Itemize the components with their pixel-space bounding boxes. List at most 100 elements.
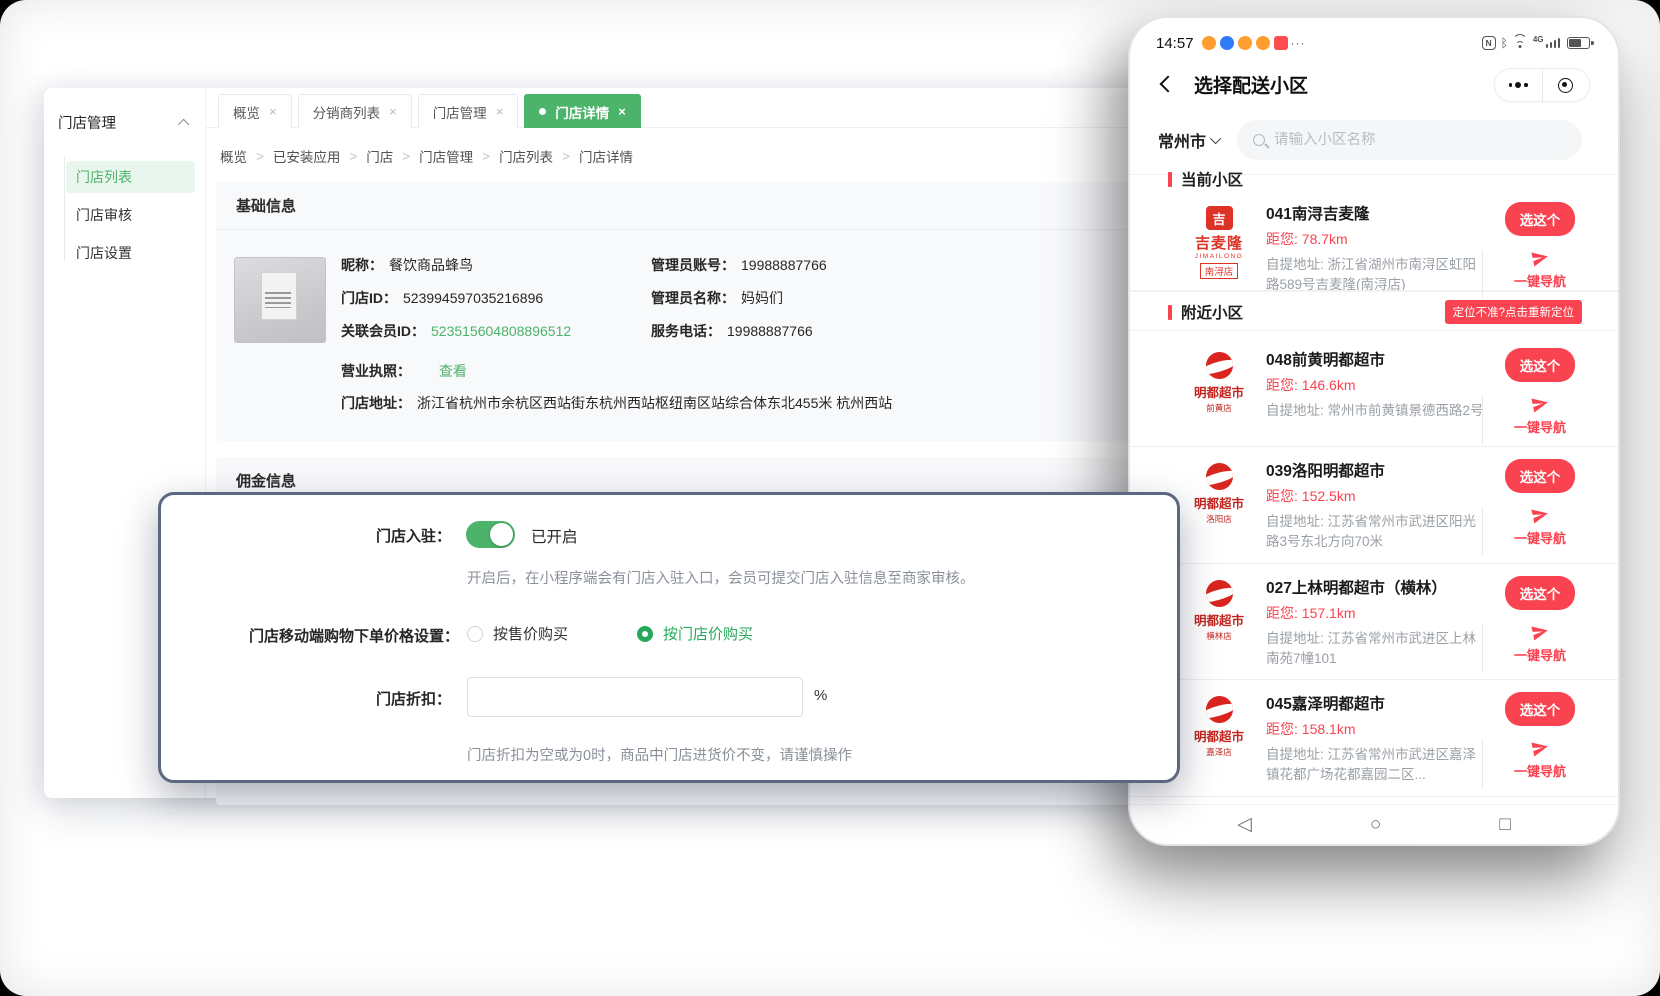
navigate-button[interactable]: 一键导航 xyxy=(1514,622,1566,664)
store-name: 039洛阳明都超市 xyxy=(1266,459,1488,481)
choose-store-button[interactable]: 选这个 xyxy=(1505,576,1576,610)
field-admin-account: 管理员账号：19988887766 xyxy=(651,255,827,275)
section-marker xyxy=(1168,305,1172,320)
paper-plane-icon xyxy=(1528,503,1552,527)
choose-store-button[interactable]: 选这个 xyxy=(1505,348,1576,382)
city-selector[interactable]: 常州市 xyxy=(1158,128,1221,152)
field-label: 管理员账号： xyxy=(651,257,735,273)
nav-recents-button[interactable]: □ xyxy=(1499,815,1510,834)
tab-store-detail[interactable]: 门店详情 × xyxy=(524,94,641,128)
navigate-button[interactable]: 一键导航 xyxy=(1514,738,1566,780)
breadcrumb-item[interactable]: 门店 xyxy=(366,146,393,166)
field-store-address: 门店地址：浙江省杭州市余杭区西站街东杭州西站枢纽南区站综合体东北455米 杭州西… xyxy=(341,393,892,413)
chevron-down-icon xyxy=(1210,133,1221,144)
field-label: 关联会员ID： xyxy=(341,323,425,339)
store-list-item: 明都超市 横林店 027上林明都超市（横林） 距您: 157.1km 自提地址:… xyxy=(1130,564,1618,681)
tab-close-icon[interactable]: × xyxy=(618,104,626,119)
chevron-up-icon[interactable] xyxy=(178,118,189,129)
filter-row: 常州市 xyxy=(1158,120,1582,160)
tab-store-management[interactable]: 门店管理 × xyxy=(418,94,519,128)
paper-plane-icon xyxy=(1528,246,1552,270)
discount-input[interactable] xyxy=(467,677,803,717)
choose-store-button[interactable]: 选这个 xyxy=(1505,459,1576,493)
store-name: 045嘉泽明都超市 xyxy=(1266,692,1488,714)
tab-label: 门店管理 xyxy=(433,102,487,122)
store-list-item: 明都超市 前黄店 048前黄明都超市 距您: 146.6km 自提地址: 常州市… xyxy=(1130,336,1618,447)
android-nav-bar: ◁ ○ □ xyxy=(1130,804,1618,844)
more-menu-button[interactable] xyxy=(1495,69,1543,101)
view-license-link[interactable]: 查看 xyxy=(439,363,467,379)
brand-name: 明都超市 xyxy=(1194,726,1244,745)
search-input[interactable] xyxy=(1274,132,1566,148)
sidebar-item-store-settings[interactable]: 门店设置 xyxy=(66,237,195,269)
nav-home-button[interactable]: ○ xyxy=(1370,815,1381,834)
page-canvas: 门店管理 门店列表 门店审核 门店设置 概览 × 分销商列表 × xyxy=(0,0,1660,996)
back-chevron-icon[interactable] xyxy=(1160,76,1177,93)
field-value-link[interactable]: 523515604808896512 xyxy=(431,323,571,339)
radio-option-sale-price[interactable]: 按售价购买 xyxy=(467,623,568,644)
app-icon xyxy=(1202,36,1216,50)
status-bar: 14:57 ··· N ᛒ 4G xyxy=(1156,30,1590,56)
radio-checked-icon xyxy=(637,626,653,642)
vertical-divider xyxy=(1482,507,1483,555)
breadcrumb-item[interactable]: 门店管理 xyxy=(419,146,473,166)
store-name: 027上林明都超市（横林） xyxy=(1266,576,1488,598)
navigate-button[interactable]: 一键导航 xyxy=(1514,394,1566,436)
relocate-badge-button[interactable]: 定位不准?点击重新定位 xyxy=(1445,300,1582,324)
field-value: 19988887766 xyxy=(727,323,813,339)
breadcrumb-item[interactable]: 概览 xyxy=(220,146,247,166)
brand-mark-icon xyxy=(1206,580,1233,607)
choose-store-button[interactable]: 选这个 xyxy=(1505,202,1576,236)
sidebar-item-store-list[interactable]: 门店列表 xyxy=(66,161,195,193)
nav-back-button[interactable]: ◁ xyxy=(1237,815,1252,834)
tab-distributor-list[interactable]: 分销商列表 × xyxy=(298,94,412,128)
search-box[interactable] xyxy=(1237,120,1582,160)
field-label: 服务电话： xyxy=(651,323,721,339)
field-store-id: 门店ID：523994597035216896 xyxy=(341,288,543,308)
store-entry-toggle[interactable] xyxy=(466,521,515,548)
store-distance: 距您: 158.1km xyxy=(1266,719,1488,739)
radio-option-store-price[interactable]: 按门店价购买 xyxy=(637,623,753,644)
tab-label: 门店详情 xyxy=(555,102,609,122)
tab-overview[interactable]: 概览 × xyxy=(218,94,292,128)
close-circle-icon xyxy=(1558,78,1573,93)
app-icon xyxy=(1256,36,1270,50)
tab-close-icon[interactable]: × xyxy=(269,104,277,119)
navigate-button[interactable]: 一键导航 xyxy=(1514,505,1566,547)
store-photo-thumbnail[interactable] xyxy=(234,257,326,343)
tab-close-icon[interactable]: × xyxy=(389,104,397,119)
field-label: 门店地址： xyxy=(341,395,411,411)
store-logo-mingdu: 明都超市 嘉泽店 xyxy=(1176,692,1262,758)
store-distance: 距您: 146.6km xyxy=(1266,375,1488,395)
navigate-button[interactable]: 一键导航 xyxy=(1514,248,1566,290)
close-capsule-button[interactable] xyxy=(1543,69,1590,101)
choose-store-button[interactable]: 选这个 xyxy=(1505,692,1576,726)
app-icon xyxy=(1274,36,1288,50)
field-member-id: 关联会员ID： 523515604808896512 xyxy=(341,321,571,341)
tab-close-icon[interactable]: × xyxy=(496,104,504,119)
phone-mockup: 14:57 ··· N ᛒ 4G 选择配送小区 xyxy=(1128,16,1620,846)
field-admin-name: 管理员名称：妈妈们 xyxy=(651,288,783,308)
brand-name: 吉麦隆 xyxy=(1195,232,1243,253)
breadcrumb-separator: > xyxy=(256,149,264,164)
breadcrumb-item[interactable]: 已安装应用 xyxy=(273,146,341,166)
shield-app-icon xyxy=(1220,36,1234,50)
radio-label: 按门店价购买 xyxy=(663,623,753,644)
navigate-label: 一键导航 xyxy=(1514,417,1566,436)
breadcrumb-item[interactable]: 门店列表 xyxy=(499,146,553,166)
sidebar-tree: 门店列表 门店审核 门店设置 xyxy=(44,147,205,269)
brand-mark-icon xyxy=(1206,463,1233,490)
phone-header: 选择配送小区 xyxy=(1130,64,1618,110)
sidebar-group-store-management[interactable]: 门店管理 xyxy=(44,106,205,147)
field-value: 523994597035216896 xyxy=(403,290,543,306)
percent-unit-label: % xyxy=(814,687,827,704)
sidebar-item-store-review[interactable]: 门店审核 xyxy=(66,199,195,231)
current-section-header: 当前小区 xyxy=(1168,168,1582,190)
field-label: 昵称： xyxy=(341,257,383,273)
store-address: 自提地址: 江苏省常州市武进区上林南苑7幢101 xyxy=(1266,629,1488,670)
navigate-label: 一键导航 xyxy=(1514,271,1566,290)
wifi-icon xyxy=(1513,37,1528,49)
status-more-icon: ··· xyxy=(1291,36,1306,50)
brand-mark-icon xyxy=(1206,352,1233,379)
breadcrumb-separator: > xyxy=(562,149,570,164)
